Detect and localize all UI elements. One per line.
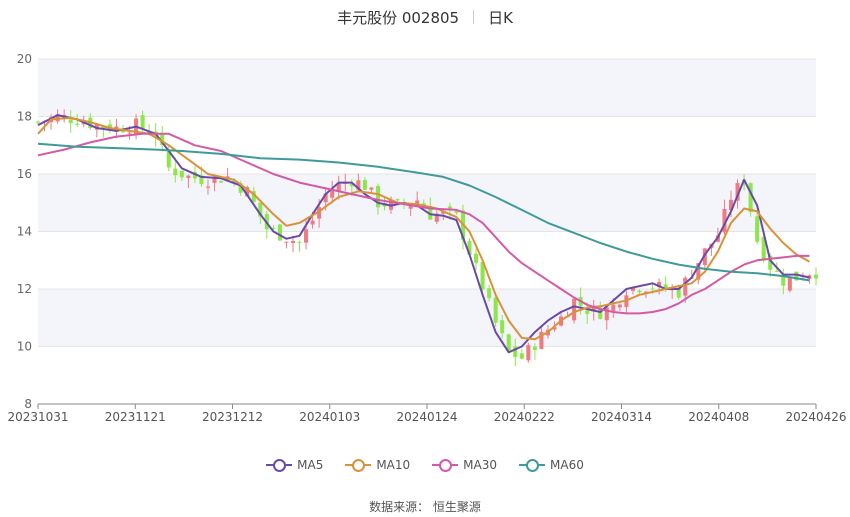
- candle-body: [277, 224, 282, 241]
- legend-label-ma5: MA5: [297, 458, 324, 472]
- candle-body: [683, 277, 688, 296]
- chart-legend: MA5 MA10 MA30 MA60: [0, 458, 850, 472]
- candle-body: [68, 119, 73, 124]
- candle-body: [604, 307, 609, 321]
- candle-body: [493, 297, 498, 323]
- x-tick-label: 20240222: [494, 410, 555, 424]
- legend-label-ma60: MA60: [550, 458, 584, 472]
- candle-body: [787, 276, 792, 291]
- legend-item-ma5[interactable]: MA5: [266, 458, 323, 472]
- candle-body: [748, 183, 753, 213]
- candle-body: [127, 132, 132, 134]
- x-tick-label: 20240426: [785, 410, 846, 424]
- candle-body: [519, 353, 524, 359]
- legend-label-ma10: MA10: [376, 458, 411, 472]
- candle-body: [330, 190, 335, 198]
- legend-marker-ma10: [345, 458, 372, 472]
- candle-body: [755, 216, 760, 242]
- data-source: 数据来源： 恒生聚源: [0, 498, 850, 515]
- candle-body: [186, 175, 191, 178]
- candle-body: [395, 199, 400, 201]
- legend-item-ma30[interactable]: MA30: [432, 458, 497, 472]
- candle-body: [219, 181, 224, 183]
- candlestick-chart: 8 10 12 14 16 18 20 20231031 20231121 20231212 202…: [7, 52, 846, 424]
- candle-body: [304, 229, 309, 243]
- y-tick-label: 8: [24, 397, 32, 411]
- x-tick-label: 20240408: [688, 410, 749, 424]
- grid-band: [38, 289, 816, 347]
- candle-body: [781, 276, 786, 286]
- candle-body: [284, 241, 289, 243]
- candle-body: [617, 304, 622, 308]
- legend-label-ma30: MA30: [463, 458, 498, 472]
- y-tick-label: 16: [17, 167, 32, 181]
- x-tick-label: 20240124: [396, 410, 457, 424]
- candle-body: [369, 187, 374, 190]
- x-tick-label: 20240103: [299, 410, 360, 424]
- candle-body: [362, 180, 367, 190]
- candle-body: [310, 220, 315, 225]
- legend-marker-ma5: [266, 458, 293, 472]
- candle-body: [532, 346, 537, 351]
- x-tick-label: 20231212: [202, 410, 263, 424]
- candle-body: [637, 290, 642, 293]
- legend-item-ma60[interactable]: MA60: [519, 458, 584, 472]
- legend-marker-ma60: [519, 458, 546, 472]
- candle-body: [611, 304, 616, 311]
- x-tick-label: 20231031: [7, 410, 68, 424]
- candle-body: [205, 186, 211, 188]
- candle-body: [650, 288, 655, 290]
- x-tick-label: 20231121: [105, 410, 166, 424]
- x-tick-label: 20240314: [591, 410, 652, 424]
- candle-body: [290, 240, 296, 243]
- candle-body: [487, 288, 492, 299]
- y-tick-label: 18: [17, 110, 32, 124]
- grid-band: [38, 174, 816, 232]
- y-tick-label: 10: [17, 340, 32, 354]
- grid-band: [38, 59, 816, 117]
- source-name: 恒生聚源: [432, 500, 481, 514]
- candle-body: [140, 115, 145, 129]
- y-tick-label: 12: [17, 282, 32, 296]
- candle-body: [297, 241, 302, 243]
- candle-body: [173, 168, 178, 176]
- legend-marker-ma30: [432, 458, 459, 472]
- candle-body: [35, 121, 41, 123]
- candle-body: [526, 345, 531, 361]
- legend-item-ma10[interactable]: MA10: [345, 458, 410, 472]
- candle-body: [676, 288, 681, 298]
- candle-body: [474, 253, 479, 263]
- candle-body: [774, 270, 779, 272]
- candle-body: [506, 334, 511, 351]
- candle-body: [75, 123, 80, 125]
- candle-body: [179, 170, 184, 178]
- y-tick-label: 14: [17, 225, 32, 239]
- y-tick-label: 20: [17, 52, 32, 66]
- candle-body: [585, 310, 590, 314]
- source-label: 数据来源：: [369, 500, 430, 514]
- candle-body: [572, 298, 577, 321]
- candle-body: [813, 274, 819, 279]
- candle-body: [500, 320, 505, 334]
